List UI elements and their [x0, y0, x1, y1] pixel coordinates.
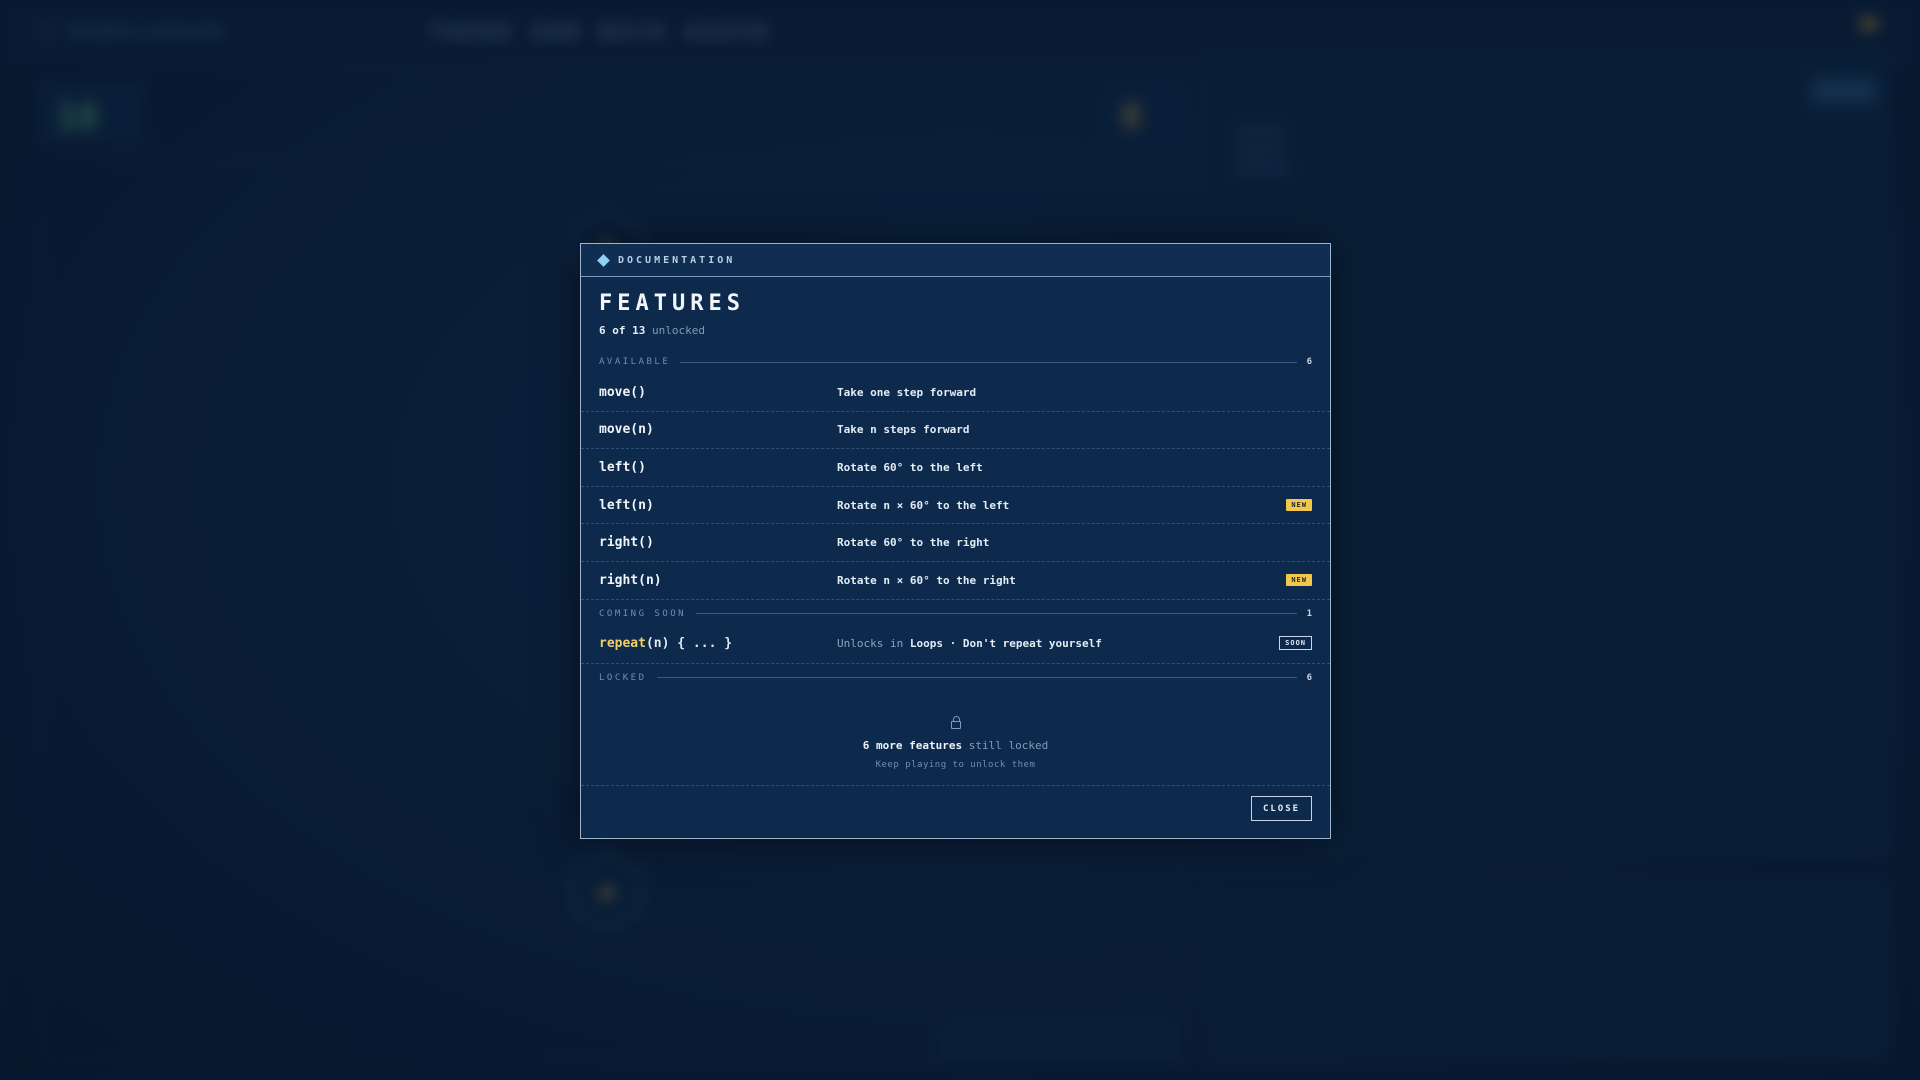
available-list: move() Take one step forward move(n) Tak…: [581, 374, 1330, 600]
feature-row-move-n[interactable]: move(n) Take n steps forward: [581, 412, 1330, 450]
section-coming-soon: COMING SOON 1: [599, 606, 1312, 622]
section-available: AVAILABLE 6: [599, 354, 1312, 370]
feature-name: move(): [599, 384, 646, 400]
feature-row-repeat[interactable]: repeat(n) { ... } Unlocks in Loops · Don…: [581, 624, 1330, 664]
feature-name: move(n): [599, 422, 654, 438]
feature-description: Rotate n × 60° to the right: [837, 573, 1016, 587]
soon-badge: SOON: [1279, 636, 1312, 651]
feature-row-left-n[interactable]: left(n) Rotate n × 60° to the left NEW: [581, 487, 1330, 525]
new-badge: NEW: [1286, 499, 1312, 512]
modal-header-label: DOCUMENTATION: [618, 254, 736, 266]
modal-footer: CLOSE: [581, 786, 1330, 832]
locked-message: 6 more features still locked: [581, 739, 1330, 752]
feature-keyword: repeat: [599, 635, 646, 651]
locked-suffix: still locked: [968, 738, 1049, 752]
feature-signature: (n) { ... }: [645, 635, 733, 651]
section-count: 6: [1306, 672, 1312, 683]
feature-description: Rotate 60° to the left: [837, 460, 983, 474]
feature-row-left[interactable]: left() Rotate 60° to the left: [581, 449, 1330, 487]
section-divider: [696, 613, 1297, 615]
close-button[interactable]: CLOSE: [1251, 796, 1312, 822]
coming-soon-list: repeat(n) { ... } Unlocks in Loops · Don…: [581, 624, 1330, 664]
unlocks-prefix: Unlocks in: [837, 636, 904, 650]
section-count: 1: [1306, 608, 1312, 619]
section-divider: [656, 677, 1297, 679]
feature-name: right(): [599, 535, 654, 551]
section-label: AVAILABLE: [599, 357, 671, 367]
total-count: 13: [632, 324, 646, 337]
unlocked-count: 6: [599, 324, 606, 337]
modal-body: FEATURES 6 of 13 unlocked AVAILABLE 6 mo…: [581, 291, 1330, 786]
features-modal: DOCUMENTATION FEATURES 6 of 13 unlocked …: [580, 243, 1331, 839]
feature-name: left(n): [599, 497, 654, 513]
feature-name: repeat(n) { ... }: [599, 636, 837, 651]
lock-icon: [950, 715, 961, 729]
unlocked-summary: 6 of 13 unlocked: [599, 324, 1312, 338]
locked-placeholder: 6 more features still locked Keep playin…: [581, 686, 1330, 786]
feature-name: right(n): [599, 572, 662, 588]
section-locked: LOCKED 6: [599, 670, 1312, 686]
locked-hint: Keep playing to unlock them: [875, 759, 1036, 770]
feature-row-right-n[interactable]: right(n) Rotate n × 60° to the right NEW: [581, 562, 1330, 600]
feature-name: left(): [599, 459, 646, 475]
feature-description: Rotate 60° to the right: [837, 536, 990, 550]
section-count: 6: [1306, 357, 1312, 367]
section-divider: [680, 361, 1297, 363]
section-label: COMING SOON: [599, 608, 687, 619]
unlocked-word: unlocked: [652, 324, 705, 337]
modal-header: DOCUMENTATION: [581, 244, 1330, 277]
new-badge: NEW: [1286, 574, 1312, 587]
diamond-icon: [597, 253, 610, 267]
unlocked-of: of: [612, 324, 626, 337]
feature-description: Unlocks in Loops · Don't repeat yourself: [837, 637, 1279, 650]
section-label: LOCKED: [599, 672, 647, 683]
feature-row-right[interactable]: right() Rotate 60° to the right: [581, 524, 1330, 562]
feature-description: Rotate n × 60° to the left: [837, 498, 1010, 512]
feature-row-move[interactable]: move() Take one step forward: [581, 374, 1330, 412]
feature-description: Take one step forward: [837, 385, 977, 399]
feature-description: Take n steps forward: [837, 423, 970, 437]
unlocks-level: Loops · Don't repeat yourself: [909, 636, 1102, 650]
locked-count: 6 more features: [862, 738, 963, 752]
modal-title: FEATURES: [599, 291, 745, 316]
